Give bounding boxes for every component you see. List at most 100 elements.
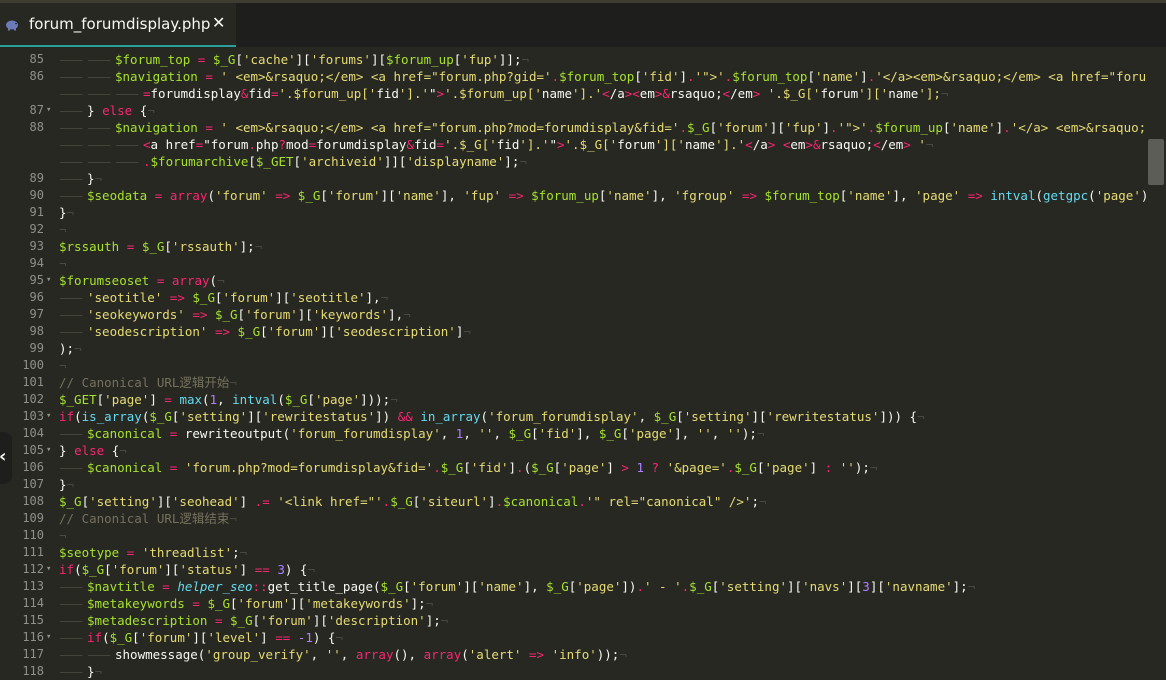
code-text: ¬	[59, 256, 67, 271]
line-number: 100	[22, 358, 44, 372]
indent-guide: ———	[60, 630, 83, 645]
code-line[interactable]: 87 ▾ ———} else {¬	[0, 102, 1146, 119]
code-line[interactable]: ——— ——— ——— =forumdisplay&fid='.$forum_up['…	[0, 85, 1146, 102]
line-number: 91	[29, 205, 44, 219]
code-line[interactable]: 111 $seotype = 'threadlist';¬	[0, 544, 1146, 561]
code-line[interactable]: 88 ——— ——— $navigation = ' <em>&rsaquo;</em…	[0, 119, 1146, 136]
code-text: }¬	[59, 477, 75, 492]
code-line[interactable]: 114 ——— $metakeywords = $_G['forum']['meta…	[0, 595, 1146, 612]
code-text: if($_G['forum']['level'] == -1) {¬	[87, 630, 343, 645]
code-line[interactable]: 105 ▾} else {¬	[0, 442, 1146, 459]
code-text: $forum_top = $_G['cache']['forums'][$for…	[115, 52, 530, 67]
code-text: 'seodescription' => $_G['forum']['seodes…	[87, 324, 471, 339]
indent-guide: ———	[88, 154, 111, 169]
indent-guide: ———	[60, 579, 83, 594]
indent-guide: ———	[88, 647, 111, 662]
chevron-left-icon: ‹	[0, 446, 6, 467]
fold-arrow-icon[interactable]: ▾	[46, 442, 51, 459]
code-line[interactable]: 85 ——— ——— $forum_top = $_G['cache']['forum…	[0, 51, 1146, 68]
code-text: ¬	[59, 358, 67, 373]
sidebar-toggle[interactable]: ‹	[0, 432, 12, 484]
line-number: 116	[22, 630, 44, 644]
code-line[interactable]: 92 ¬	[0, 221, 1146, 238]
code-text: $metakeywords = $_G['forum']['metakeywor…	[87, 596, 434, 611]
code-line[interactable]: 113 ——— $navtitle = helper_seo::get_title_…	[0, 578, 1146, 595]
code-text: $canonical = rewriteoutput('forum_forumd…	[87, 426, 765, 441]
code-line[interactable]: 104 ——— $canonical = rewriteoutput('forum_…	[0, 425, 1146, 442]
code-line[interactable]: 98 ——— 'seodescription' => $_G['forum']['s…	[0, 323, 1146, 340]
indent-guide: ———	[60, 120, 83, 135]
code-text: showmessage('group_verify', '', array(),…	[115, 647, 627, 662]
indent-guide: ———	[60, 426, 83, 441]
close-icon[interactable]: ✕	[212, 13, 225, 32]
indent-guide: ———	[60, 460, 83, 475]
code-line[interactable]: 94 ¬	[0, 255, 1146, 272]
vertical-scrollbar[interactable]	[1146, 47, 1166, 680]
code-line[interactable]: 97 ——— 'seokeywords' => $_G['forum']['keyw…	[0, 306, 1146, 323]
code-line[interactable]: 95 ▾ $forumseoset = array(¬	[0, 272, 1146, 289]
code-text: if(is_array($_G['setting']['rewritestatu…	[59, 409, 925, 424]
code-line[interactable]: 89 ———}¬	[0, 170, 1146, 187]
line-number: 109	[22, 511, 44, 525]
code-text: // Canonical URL逻辑结束¬	[59, 511, 237, 526]
line-number: 102	[22, 392, 44, 406]
fold-arrow-icon[interactable]: ▾	[46, 408, 51, 425]
editor-window: forum_forumdisplay.php ✕ 85 ——— ——— $forum_…	[0, 0, 1166, 680]
line-number: 111	[22, 545, 44, 559]
code-line[interactable]: 110 ¬	[0, 527, 1146, 544]
line-number: 103	[22, 409, 44, 423]
code-text: ¬	[59, 222, 67, 237]
code-line[interactable]: 106 ——— $canonical = 'forum.php?mod=forumd…	[0, 459, 1146, 476]
indent-guide: ———	[60, 86, 83, 101]
line-number: 101	[22, 375, 44, 389]
code-line[interactable]: 100 ¬	[0, 357, 1146, 374]
indent-guide: ———	[60, 664, 83, 679]
code-text: if($_G['forum']['status'] == 3) {¬	[59, 562, 315, 577]
code-line[interactable]: 86 ——— ——— $navigation = ' <em>&rsaquo;</em…	[0, 68, 1146, 85]
code-line[interactable]: 112 ▾ if($_G['forum']['status'] == 3) {¬	[0, 561, 1146, 578]
code-text: $forumseoset = array(¬	[59, 273, 225, 288]
scrollbar-thumb[interactable]	[1148, 139, 1164, 185]
tab-forum-forumdisplay[interactable]: forum_forumdisplay.php ✕	[0, 3, 236, 47]
code-line[interactable]: 102 $_GET['page'] = max(1, intval($_G['pa…	[0, 391, 1146, 408]
code-line[interactable]: 101 // Canonical URL逻辑开始¬	[0, 374, 1146, 391]
code-line[interactable]: 91}¬	[0, 204, 1146, 221]
code-line[interactable]: 93 $rssauth = $_G['rssauth'];¬	[0, 238, 1146, 255]
code-text: // Canonical URL逻辑开始¬	[59, 375, 237, 390]
code-text: $rssauth = $_G['rssauth'];¬	[59, 239, 263, 254]
indent-guide: ———	[88, 137, 111, 152]
code-line[interactable]: ——— ——— ——— <a href="forum.php?mod=forumdis…	[0, 136, 1146, 153]
code-text: $navtitle = helper_seo::get_title_page($…	[87, 579, 976, 594]
fold-arrow-icon[interactable]: ▾	[46, 629, 51, 646]
indent-guide: ———	[88, 52, 111, 67]
indent-guide: ———	[60, 52, 83, 67]
line-number: 88	[29, 120, 44, 134]
fold-arrow-icon[interactable]: ▾	[46, 272, 51, 289]
indent-guide: ———	[116, 86, 139, 101]
indent-guide: ———	[60, 324, 83, 339]
code-line[interactable]: 109 // Canonical URL逻辑结束¬	[0, 510, 1146, 527]
code-text: );¬	[59, 341, 82, 356]
line-number: 94	[29, 256, 44, 270]
code-line[interactable]: 116 ▾ ——— if($_G['forum']['level'] == -1) {…	[0, 629, 1146, 646]
code-line[interactable]: 117 ——— ——— showmessage('group_verify', '',…	[0, 646, 1146, 663]
indent-guide: ———	[60, 188, 83, 203]
fold-arrow-icon[interactable]: ▾	[46, 102, 51, 119]
code-line[interactable]: ——— ——— ——— .$forumarchive[$_GET['archiveid…	[0, 153, 1146, 170]
code-line[interactable]: 99);¬	[0, 340, 1146, 357]
code-text: $seodata = array('forum' => $_G['forum']…	[87, 188, 1146, 203]
code-line[interactable]: 103 ▾ if(is_array($_G['setting']['rewrites…	[0, 408, 1146, 425]
code-line[interactable]: 118 ———}¬	[0, 663, 1146, 680]
indent-guide: ———	[60, 307, 83, 322]
code-line[interactable]: 90 ——— $seodata = array('forum' => $_G['fo…	[0, 187, 1146, 204]
code-line[interactable]: 107}¬	[0, 476, 1146, 493]
fold-arrow-icon[interactable]: ▾	[46, 561, 51, 578]
code-text: } else {¬	[59, 443, 127, 458]
code-line[interactable]: 96 ——— 'seotitle' => $_G['forum']['seotitl…	[0, 289, 1146, 306]
code-line[interactable]: 108 $_G['setting']['seohead'] .= '<link h…	[0, 493, 1146, 510]
code-editor[interactable]: 85 ——— ——— $forum_top = $_G['cache']['forum…	[0, 47, 1146, 680]
line-number: 89	[29, 171, 44, 185]
indent-guide: ———	[60, 290, 83, 305]
code-text: ¬	[59, 528, 67, 543]
code-line[interactable]: 115 ——— $metadescription = $_G['forum']['d…	[0, 612, 1146, 629]
